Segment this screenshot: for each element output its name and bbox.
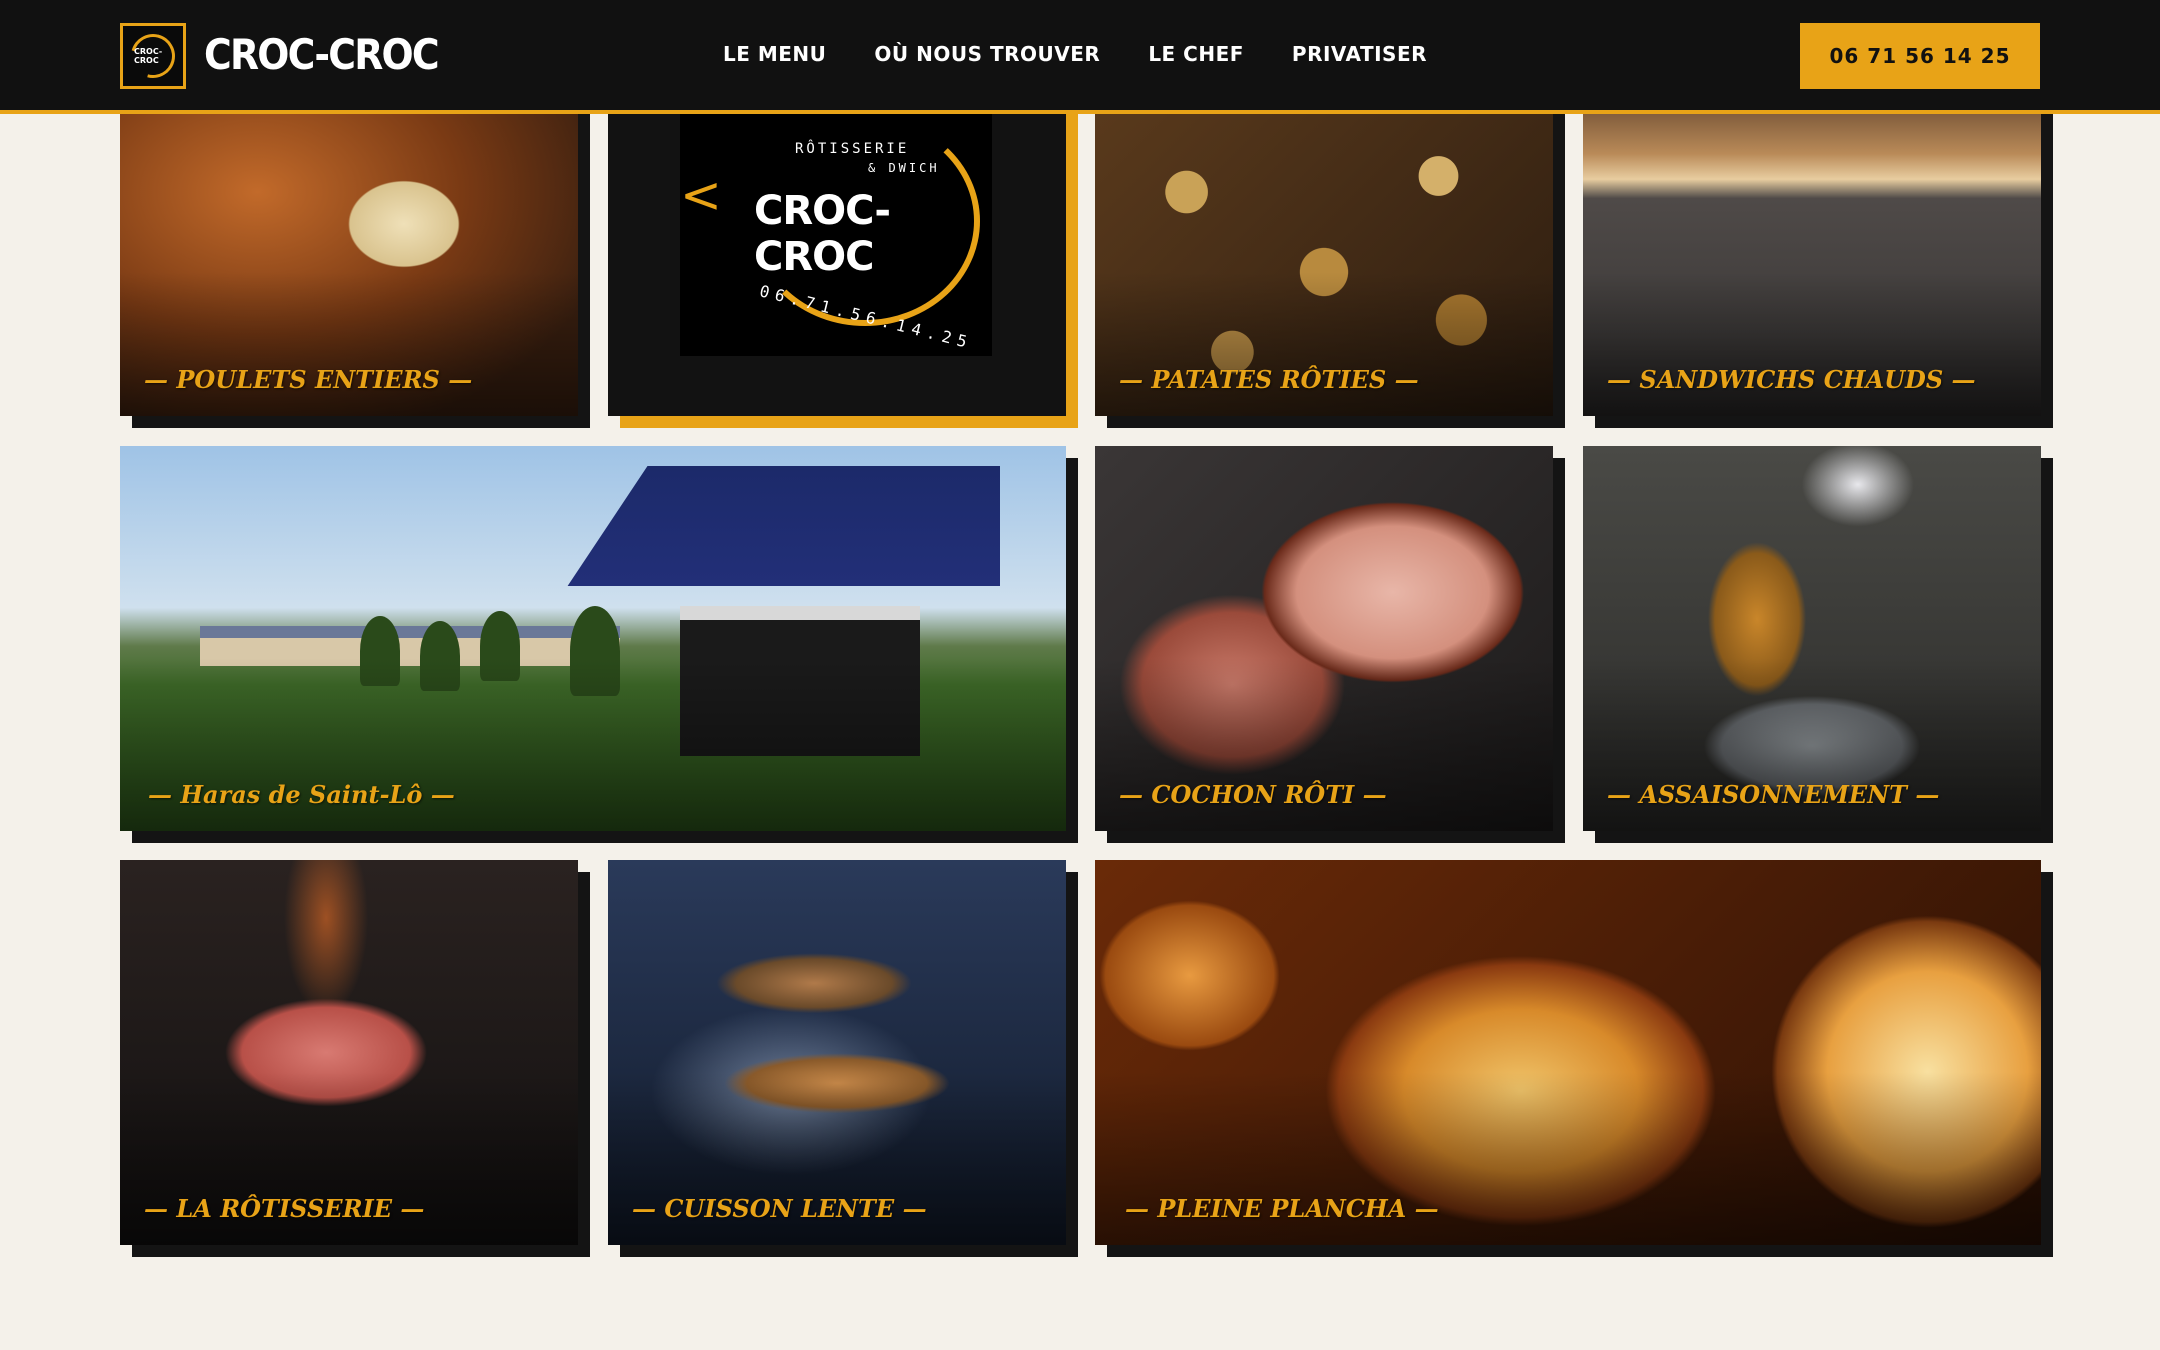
tile-caption: — SANDWICHS CHAUDS — bbox=[1607, 365, 1976, 394]
phone-button[interactable]: 06 71 56 14 25 bbox=[1800, 23, 2040, 89]
nav-item-menu[interactable]: LE MENU bbox=[723, 42, 826, 66]
logo-card: < RÔTISSERIE & DWICH CROC-CROC 06.71.56.… bbox=[680, 96, 992, 356]
tile-caption: — PATATES RÔTIES — bbox=[1119, 365, 1419, 394]
nav-item-chef[interactable]: LE CHEF bbox=[1148, 42, 1244, 66]
tree-shape bbox=[480, 611, 520, 681]
logo-subtitle-2: & DWICH bbox=[868, 161, 940, 175]
nav-item-privatize[interactable]: PRIVATISER bbox=[1292, 42, 1427, 66]
tile-caption: — COCHON RÔTI — bbox=[1119, 780, 1387, 809]
site-header: CROC-CROC CROC-CROC LE MENU OÙ NOUS TROU… bbox=[0, 0, 2160, 114]
photo-seasoning bbox=[1583, 446, 2041, 831]
tile-caption: — LA RÔTISSERIE — bbox=[144, 1194, 425, 1223]
gallery-tile-assaisonnement[interactable]: — ASSAISONNEMENT — bbox=[1583, 446, 2053, 843]
chevron-left-icon: < bbox=[680, 166, 722, 224]
photo-slow-cooking bbox=[608, 860, 1066, 1245]
tile-caption: — CUISSON LENTE — bbox=[632, 1194, 927, 1223]
building-shape bbox=[200, 626, 620, 666]
photo-rotisserie bbox=[120, 860, 578, 1245]
gallery-tile-sandwichs[interactable]: — SANDWICHS CHAUDS — bbox=[1583, 96, 2053, 428]
gallery-tile-cuisson[interactable]: — CUISSON LENTE — bbox=[608, 860, 1078, 1257]
logo-title: CROC-CROC bbox=[754, 188, 891, 280]
photo-haras-saint-lo bbox=[120, 446, 1066, 831]
tree-shape bbox=[360, 616, 400, 686]
gallery-tile-rotisserie[interactable]: — LA RÔTISSERIE — bbox=[120, 860, 590, 1257]
main-nav: LE MENU OÙ NOUS TROUVER LE CHEF PRIVATIS… bbox=[723, 42, 1427, 66]
gallery-tile-plancha[interactable]: — PLEINE PLANCHA — bbox=[1095, 860, 2053, 1257]
gallery-tile-cochon[interactable]: — COCHON RÔTI — bbox=[1095, 446, 1565, 843]
gallery-tile-logo: < RÔTISSERIE & DWICH CROC-CROC 06.71.56.… bbox=[608, 96, 1078, 428]
nav-item-location[interactable]: OÙ NOUS TROUVER bbox=[874, 42, 1100, 66]
photo-plancha bbox=[1095, 860, 2041, 1245]
gallery-tile-patates[interactable]: — PATATES RÔTIES — bbox=[1095, 96, 1565, 428]
tile-caption: — Haras de Saint-Lô — bbox=[148, 780, 455, 809]
logo-mini-text: CROC-CROC bbox=[134, 47, 163, 65]
photo-roast-pork bbox=[1095, 446, 1553, 831]
gallery-tile-haras[interactable]: — Haras de Saint-Lô — bbox=[120, 446, 1078, 843]
tree-shape bbox=[570, 606, 620, 696]
tile-caption: — PLEINE PLANCHA — bbox=[1125, 1194, 1439, 1223]
brand-name[interactable]: CROC-CROC bbox=[204, 30, 440, 79]
tent-shape bbox=[567, 466, 1000, 586]
tile-caption: — POULETS ENTIERS — bbox=[144, 365, 473, 394]
logo-subtitle: RÔTISSERIE bbox=[795, 141, 910, 157]
logo-panel: < RÔTISSERIE & DWICH CROC-CROC 06.71.56.… bbox=[608, 96, 1066, 416]
logo-ring: CROC-CROC bbox=[122, 25, 184, 87]
food-truck-shape bbox=[680, 606, 920, 756]
tree-shape bbox=[420, 621, 460, 691]
gallery-tile-poulets[interactable]: — POULETS ENTIERS — bbox=[120, 96, 590, 428]
tile-caption: — ASSAISONNEMENT — bbox=[1607, 780, 1940, 809]
logo-icon[interactable]: CROC-CROC bbox=[120, 23, 186, 89]
